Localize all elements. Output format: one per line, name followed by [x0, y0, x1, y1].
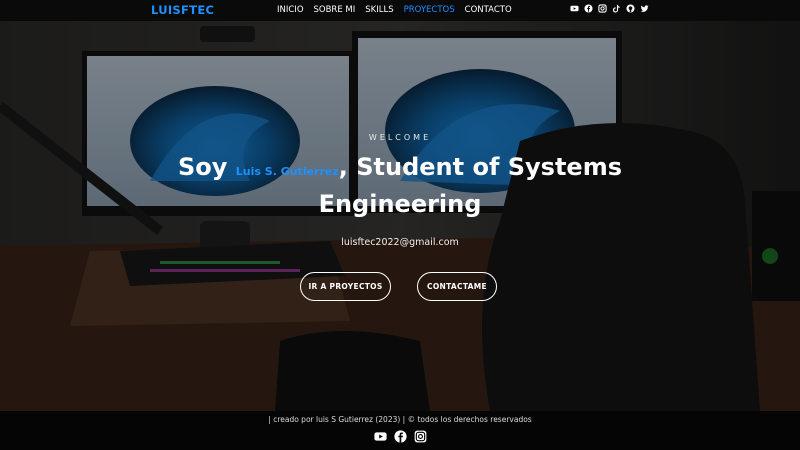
tiktok-icon[interactable] — [612, 4, 621, 13]
social-links — [570, 4, 649, 13]
footer-social-links — [374, 430, 427, 443]
nav-link-proyectos[interactable]: PROYECTOS — [404, 5, 455, 15]
nav-link-inicio[interactable]: INICIO — [277, 5, 304, 15]
hero-email: luisftec2022@gmail.com — [341, 237, 459, 248]
facebook-icon[interactable] — [394, 430, 407, 443]
brand-logo[interactable]: LUISFTEC — [151, 3, 214, 17]
github-icon[interactable] — [626, 4, 635, 13]
youtube-icon[interactable] — [374, 430, 387, 443]
instagram-icon[interactable] — [598, 4, 607, 13]
instagram-icon[interactable] — [414, 430, 427, 443]
hero-section: WELCOME Soy Luis S. Gutierrez, Student o… — [0, 21, 800, 411]
nav-link-skills[interactable]: SKILLS — [365, 5, 393, 15]
hero-headline: Soy Luis S. Gutierrez, Student of System… — [150, 151, 650, 220]
welcome-label: WELCOME — [368, 133, 432, 142]
go-to-projects-button[interactable]: IR A PROYECTOS — [300, 272, 391, 301]
nav-link-contacto[interactable]: CONTACTO — [465, 5, 512, 15]
contact-button[interactable]: CONTACTAME — [417, 272, 497, 301]
youtube-icon[interactable] — [570, 4, 579, 13]
nav-link-sobre-mi[interactable]: SOBRE MI — [314, 5, 356, 15]
facebook-icon[interactable] — [584, 4, 593, 13]
twitter-icon[interactable] — [640, 4, 649, 13]
footer: | creado por luis S Gutierrez (2023) | ©… — [0, 411, 800, 450]
hero-name: Luis S. Gutierrez — [235, 165, 339, 178]
footer-copyright: | creado por luis S Gutierrez (2023) | ©… — [268, 415, 532, 424]
top-navbar: LUISFTEC INICIO SOBRE MI SKILLS PROYECTO… — [0, 0, 800, 21]
headline-suffix: , Student of Systems Engineering — [318, 153, 622, 218]
headline-prefix: Soy — [178, 153, 228, 181]
nav-links: INICIO SOBRE MI SKILLS PROYECTOS CONTACT… — [277, 5, 522, 15]
